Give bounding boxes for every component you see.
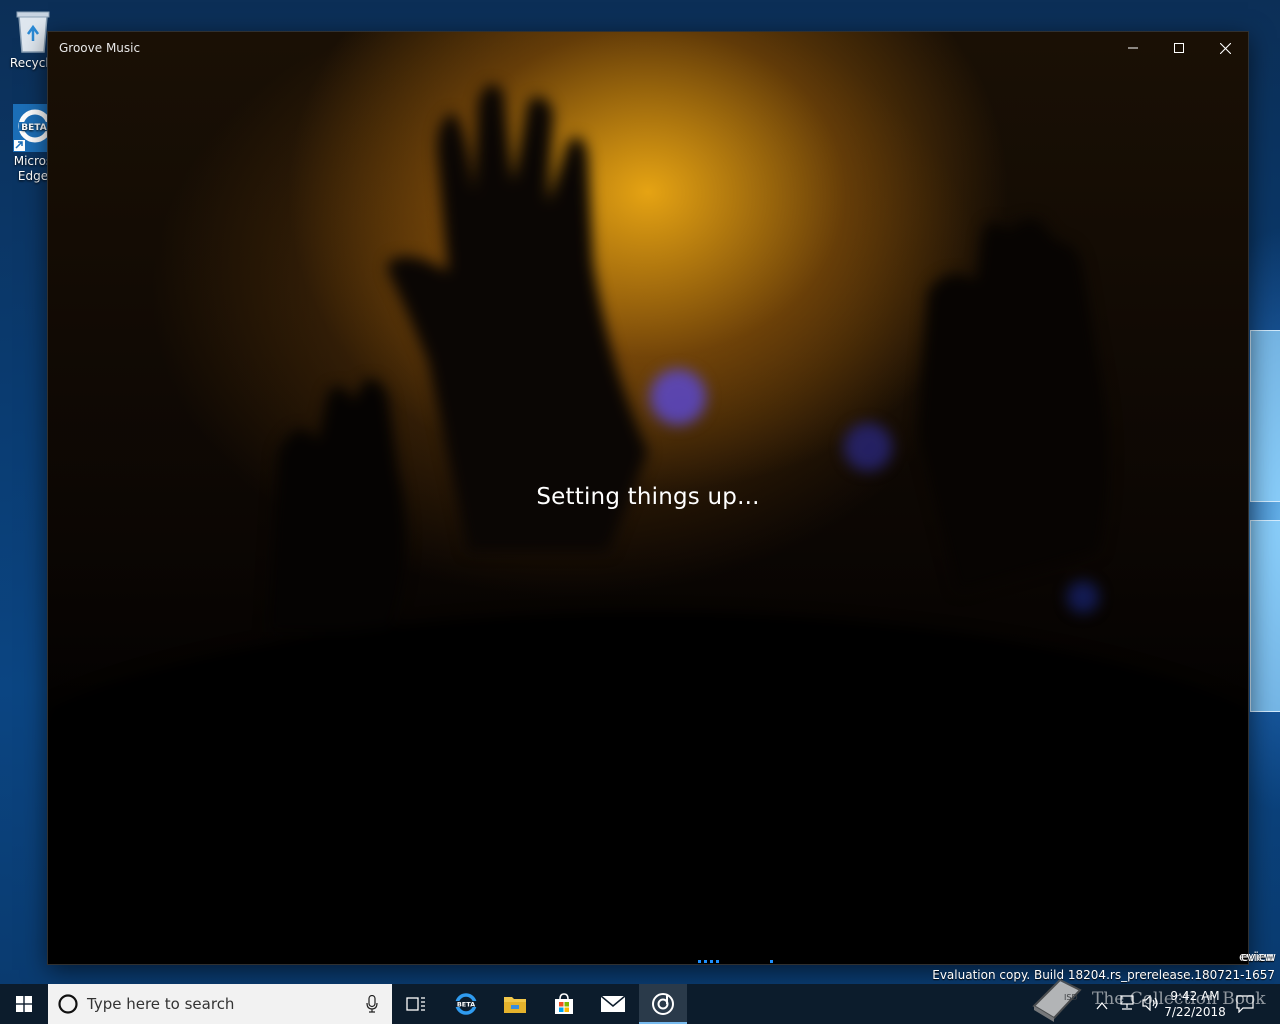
wallpaper-logo-pane	[1250, 520, 1280, 712]
loading-progress-dots	[698, 960, 778, 964]
maximize-button[interactable]	[1156, 32, 1202, 64]
tray-show-hidden-button[interactable]	[1096, 996, 1108, 1015]
minimize-button[interactable]	[1110, 32, 1156, 64]
task-view-button[interactable]	[392, 984, 440, 1024]
clock-time: 9:42 AM	[1170, 989, 1220, 1003]
recycle-bin-icon	[16, 11, 50, 53]
svg-text:ISD: ISD	[1064, 993, 1078, 1002]
clock-date: 7/22/2018	[1164, 1005, 1226, 1019]
watermark-line-1-text: eview	[1240, 950, 1276, 964]
start-button[interactable]	[0, 984, 48, 1024]
progress-dot	[704, 960, 707, 963]
desktop-icon-label: Micros Edge	[13, 154, 53, 183]
taskbar-app-file-explorer[interactable]	[491, 984, 539, 1024]
minimize-icon	[1128, 47, 1138, 49]
store-icon	[555, 993, 573, 1014]
windows-start-icon	[16, 996, 32, 1012]
wallpaper-logo-pane	[1250, 330, 1280, 502]
maximize-icon	[1174, 43, 1184, 53]
groove-music-window: Groove Music Setting things up...	[48, 32, 1248, 964]
notification-icon	[1236, 995, 1254, 1014]
cortana-icon	[58, 994, 78, 1014]
svg-text:BETA: BETA	[21, 123, 46, 133]
edge-beta-icon: BETA	[13, 104, 53, 152]
progress-dot	[710, 960, 713, 963]
taskbar-app-mail[interactable]	[589, 984, 637, 1024]
volume-icon	[1142, 994, 1158, 1012]
taskbar-search-box[interactable]: Type here to search	[48, 984, 392, 1024]
svg-text:BETA: BETA	[457, 1001, 475, 1009]
network-icon	[1120, 995, 1134, 1010]
tray-clock[interactable]: 9:42 AM 7/22/2018	[1160, 988, 1230, 1020]
chevron-up-icon	[1096, 1001, 1108, 1010]
taskbar-app-edge[interactable]: BETA	[442, 984, 490, 1024]
progress-dot	[770, 960, 773, 963]
groove-music-icon	[652, 993, 674, 1015]
taskbar: Type here to search BETA ISD The Collect…	[0, 978, 1280, 1024]
book-icon: ISD	[1032, 978, 1082, 1022]
close-icon	[1219, 42, 1231, 54]
search-placeholder: Type here to search	[87, 995, 235, 1013]
tray-network-button[interactable]	[1118, 995, 1136, 1015]
taskbar-app-groove-music[interactable]	[639, 984, 687, 1024]
window-title: Groove Music	[59, 41, 141, 55]
task-view-icon	[406, 997, 425, 1011]
setup-status-text: Setting things up...	[536, 484, 760, 510]
progress-dot	[698, 960, 701, 963]
microphone-icon[interactable]	[366, 995, 378, 1013]
close-button[interactable]	[1202, 32, 1248, 64]
action-center-button[interactable]	[1236, 995, 1254, 1017]
edge-beta-icon: BETA	[455, 993, 477, 1015]
file-explorer-icon	[504, 997, 526, 1013]
taskbar-app-store[interactable]	[540, 984, 588, 1024]
mail-icon	[600, 995, 626, 1012]
progress-dot	[716, 960, 719, 963]
tray-volume-button[interactable]	[1142, 994, 1160, 1015]
title-bar[interactable]: Groove Music	[48, 32, 1248, 64]
